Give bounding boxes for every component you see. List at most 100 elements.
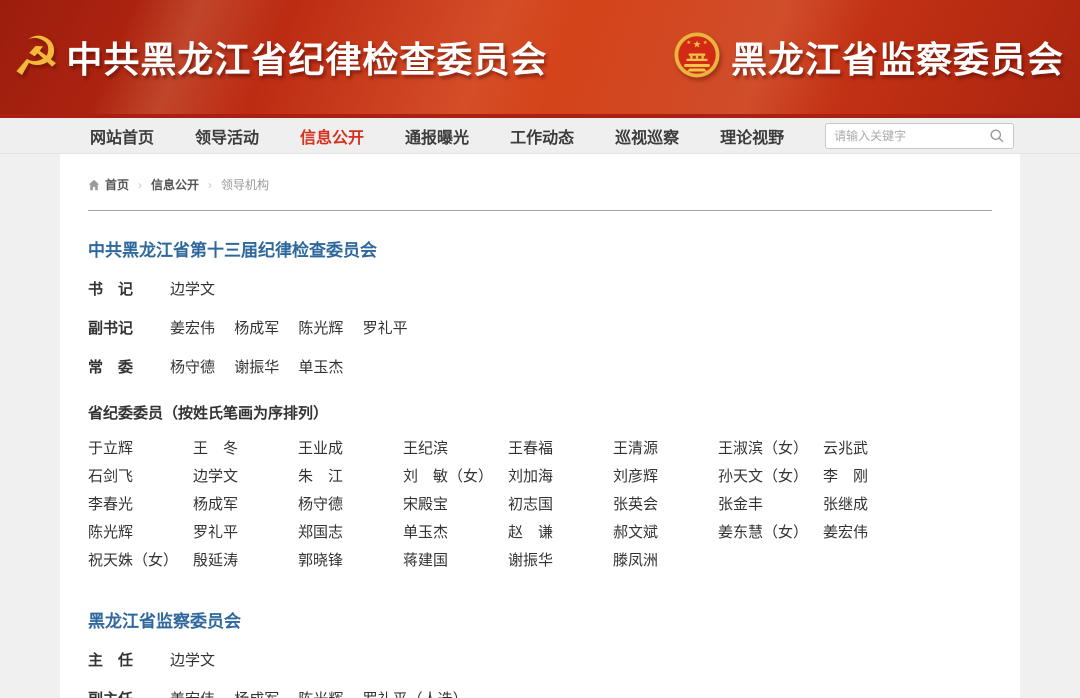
breadcrumb-divider: [88, 210, 992, 211]
member-name: 郝文斌: [613, 519, 718, 547]
member-name: 杨守德: [298, 491, 403, 519]
nav-item-exposure[interactable]: 通报曝光: [405, 124, 469, 148]
officer-label: 副主任: [88, 690, 170, 698]
breadcrumb-current: 领导机构: [221, 176, 269, 193]
content-panel: 首页 › 信息公开 › 领导机构 中共黑龙江省第十三届纪律检查委员会 书 记 边…: [60, 154, 1020, 698]
officer-name: 罗礼平（人选）: [363, 691, 468, 698]
officer-name: 姜宏伟: [170, 320, 215, 337]
officer-names: 边学文: [170, 280, 230, 300]
member-name: 杨成军: [193, 491, 298, 519]
member-name: 张英会: [613, 491, 718, 519]
officer-names: 杨守德 谢振华 单玉杰: [170, 358, 358, 378]
banner-left-title: 中共黑龙江省纪律检查委员会: [66, 31, 547, 83]
member-name: 姜东慧（女）: [718, 519, 823, 547]
officer-name: 杨成军: [234, 320, 279, 337]
member-name: 张继成: [823, 491, 928, 519]
member-name: 朱 江: [298, 463, 403, 491]
nav-item-work-trends[interactable]: 工作动态: [510, 124, 574, 148]
officer-name: 谢振华: [234, 359, 279, 376]
main-navigation: 网站首页 领导活动 信息公开 通报曝光 工作动态 巡视巡察 理论视野: [0, 118, 1080, 154]
officer-name: 边学文: [170, 652, 215, 669]
member-name: 陈光辉: [88, 519, 193, 547]
officer-name: 罗礼平: [363, 320, 408, 337]
svg-text:★: ★: [686, 39, 691, 45]
search-icon[interactable]: [989, 128, 1005, 144]
officer-name: 姜宏伟: [170, 691, 215, 698]
officer-label: 常 委: [88, 358, 170, 378]
member-name: 王清源: [613, 435, 718, 463]
member-name: 谢振华: [508, 547, 613, 575]
member-name: 云兆武: [823, 435, 928, 463]
officer-name: 单玉杰: [298, 359, 343, 376]
member-name: 蒋建国: [403, 547, 508, 575]
member-name: 刘加海: [508, 463, 613, 491]
member-name: 初志国: [508, 491, 613, 519]
breadcrumb-information-disclosure[interactable]: 信息公开: [151, 176, 199, 193]
officer-row-deputy-secretaries: 副书记 姜宏伟 杨成军 陈光辉 罗礼平: [88, 319, 992, 339]
search-input[interactable]: [834, 129, 989, 143]
officer-name: 杨守德: [170, 359, 215, 376]
member-name: 王纪滨: [403, 435, 508, 463]
member-name: 石剑飞: [88, 463, 193, 491]
member-name: 祝天姝（女）: [88, 547, 193, 575]
members-grid: 于立辉 王 冬 王业成 王纪滨 王春福 王清源 王淑滨（女） 云兆武 石剑飞 边…: [88, 435, 992, 575]
officer-names: 姜宏伟 杨成军 陈光辉 罗礼平: [170, 319, 423, 339]
member-name: 刘彦辉: [613, 463, 718, 491]
member-name: 郑国志: [298, 519, 403, 547]
officer-row-standing-committee: 常 委 杨守德 谢振华 单玉杰: [88, 358, 992, 378]
breadcrumb: 首页 › 信息公开 › 领导机构: [88, 176, 992, 193]
member-name: 张金丰: [718, 491, 823, 519]
officer-names: 姜宏伟 杨成军 陈光辉 罗礼平（人选）: [170, 690, 483, 698]
banner-left-brand: ☭ 中共黑龙江省纪律检查委员会: [12, 30, 547, 84]
home-icon: [88, 179, 100, 191]
member-name: 于立辉: [88, 435, 193, 463]
member-name: 赵 谦: [508, 519, 613, 547]
committee2-title: 黑龙江省监察委员会: [88, 607, 992, 632]
nav-item-theory[interactable]: 理论视野: [720, 124, 784, 148]
member-name: 宋殿宝: [403, 491, 508, 519]
member-name: 郭晓锋: [298, 547, 403, 575]
party-emblem-icon: ☭: [12, 30, 60, 84]
national-emblem-icon: ★ ★ ★: [673, 31, 721, 84]
members-header: 省纪委委员（按姓氏笔画为序排列）: [88, 402, 992, 423]
member-name: 滕凤洲: [613, 547, 718, 575]
officer-row-deputy-directors: 副主任 姜宏伟 杨成军 陈光辉 罗礼平（人选）: [88, 690, 992, 698]
site-banner: ☭ 中共黑龙江省纪律检查委员会 ★ ★ ★ 黑龙江省监察委员会: [0, 0, 1080, 118]
member-name: 王业成: [298, 435, 403, 463]
officer-row-secretary: 书 记 边学文: [88, 280, 992, 300]
officer-label: 主 任: [88, 651, 170, 671]
member-name: 王春福: [508, 435, 613, 463]
banner-right-brand: ★ ★ ★ 黑龙江省监察委员会: [673, 31, 1064, 84]
officer-label: 书 记: [88, 280, 170, 300]
officer-name: 陈光辉: [298, 691, 343, 698]
officer-name: 边学文: [170, 281, 215, 298]
nav-item-inspection[interactable]: 巡视巡察: [615, 124, 679, 148]
member-name: 王淑滨（女）: [718, 435, 823, 463]
banner-right-title: 黑龙江省监察委员会: [731, 31, 1064, 83]
nav-item-leader-activities[interactable]: 领导活动: [195, 124, 259, 148]
officer-row-director: 主 任 边学文: [88, 651, 992, 671]
member-name: 李春光: [88, 491, 193, 519]
nav-inner: 网站首页 领导活动 信息公开 通报曝光 工作动态 巡视巡察 理论视野: [60, 118, 1020, 153]
committee1-title: 中共黑龙江省第十三届纪律检查委员会: [88, 236, 992, 261]
officer-name: 杨成军: [234, 691, 279, 698]
nav-item-home[interactable]: 网站首页: [90, 124, 154, 148]
breadcrumb-home[interactable]: 首页: [105, 176, 129, 193]
search-box: [825, 123, 1014, 149]
breadcrumb-separator: ›: [138, 178, 142, 192]
member-name: 殷延涛: [193, 547, 298, 575]
breadcrumb-separator: ›: [208, 178, 212, 192]
member-name: 刘 敏（女）: [403, 463, 508, 491]
svg-text:★: ★: [703, 39, 708, 45]
member-name: 孙天文（女）: [718, 463, 823, 491]
member-name: 李 刚: [823, 463, 928, 491]
officer-name: 陈光辉: [298, 320, 343, 337]
member-name: 单玉杰: [403, 519, 508, 547]
member-name: 边学文: [193, 463, 298, 491]
member-name: 罗礼平: [193, 519, 298, 547]
officer-names: 边学文: [170, 651, 230, 671]
officer-label: 副书记: [88, 319, 170, 339]
nav-item-information-disclosure[interactable]: 信息公开: [300, 124, 364, 148]
member-name: 姜宏伟: [823, 519, 928, 547]
member-name: 王 冬: [193, 435, 298, 463]
